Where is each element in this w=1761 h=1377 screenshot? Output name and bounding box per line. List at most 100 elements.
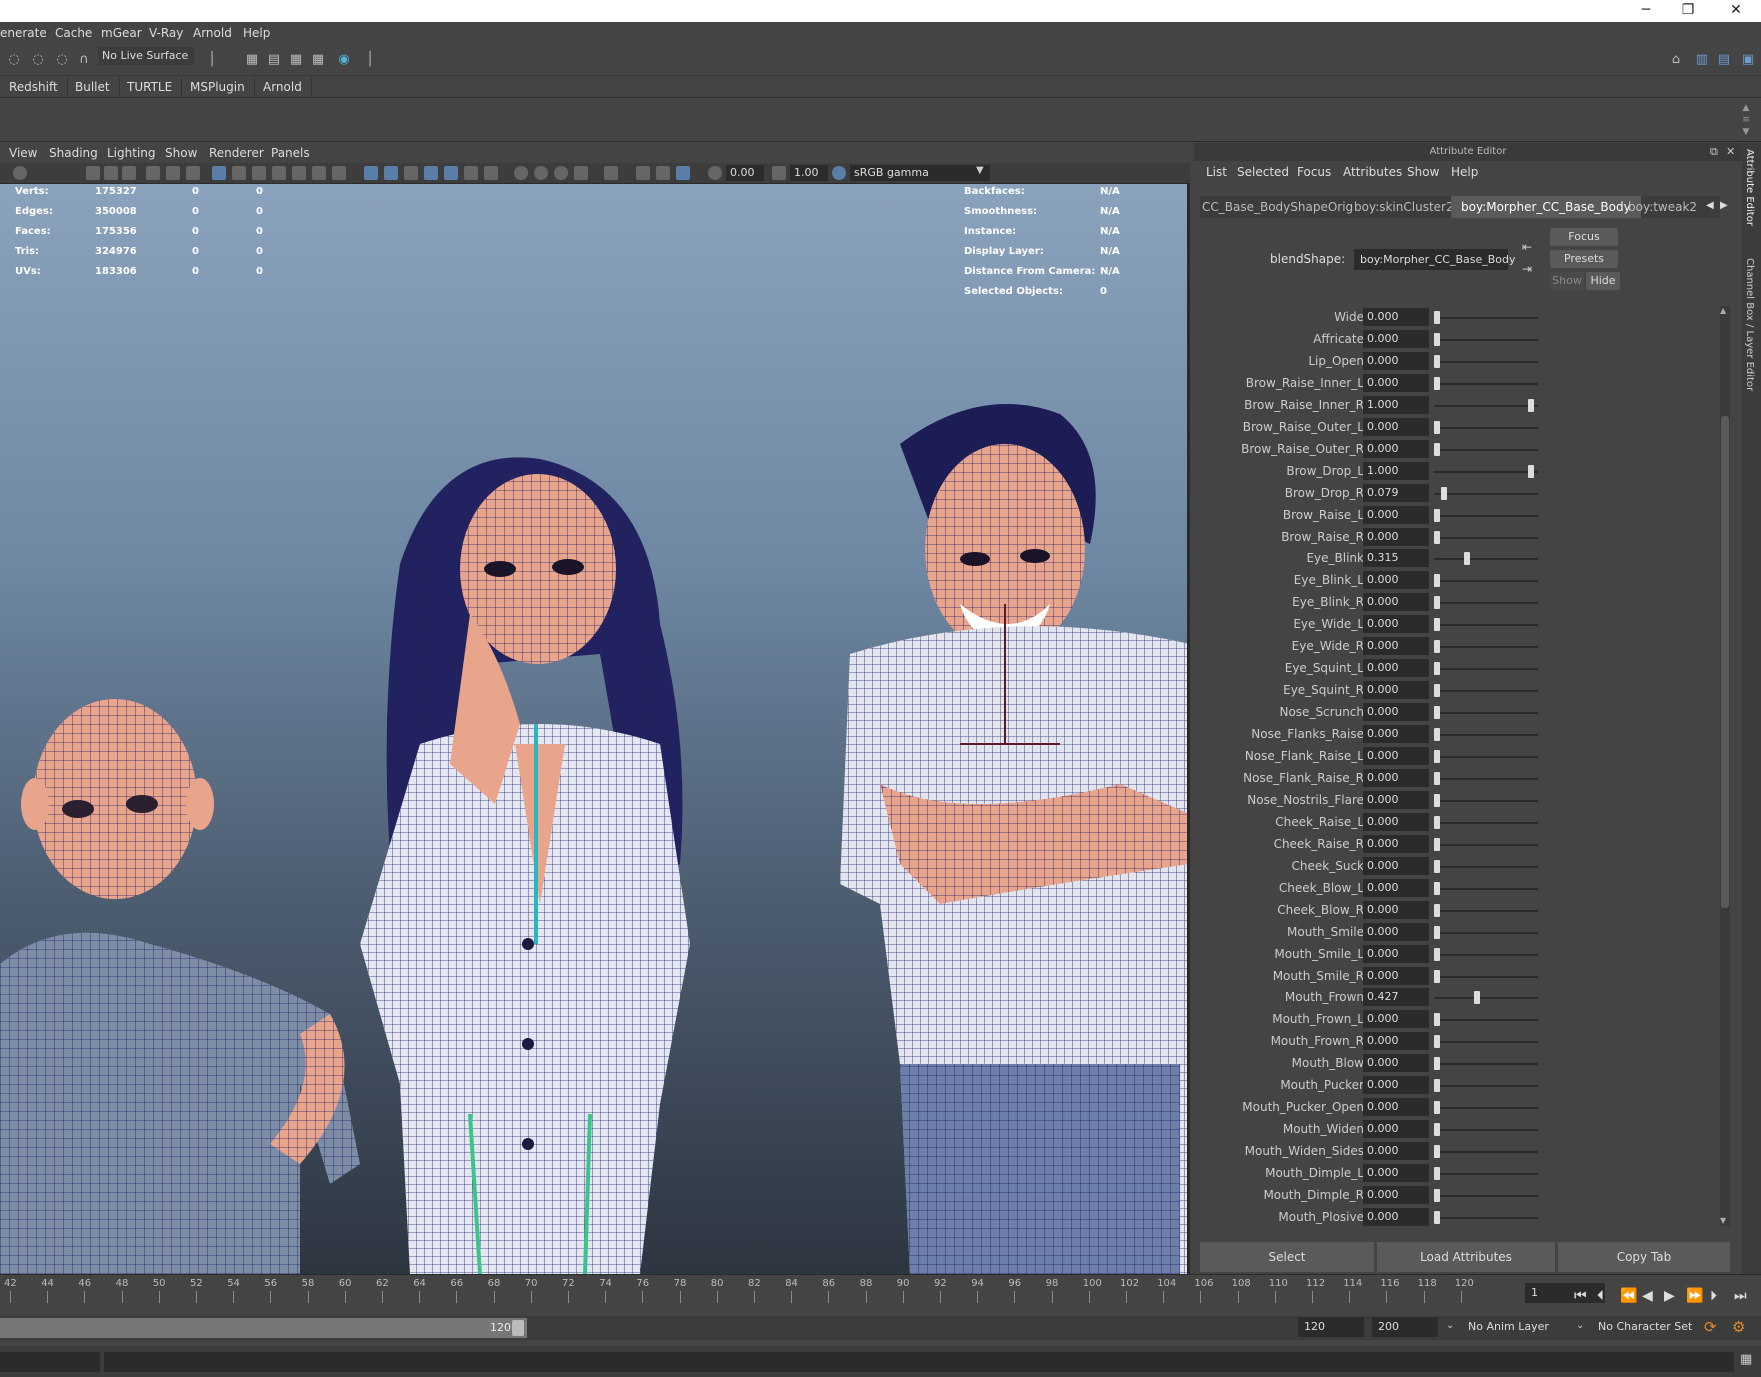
menu-generate[interactable]: enerate (0, 26, 47, 40)
blendshape-name-field[interactable]: boy:Morpher_CC_Base_Body (1354, 249, 1516, 270)
attribute-value-field[interactable]: 0.000 (1363, 900, 1429, 919)
select-button[interactable]: Select (1200, 1242, 1374, 1272)
attribute-value-field[interactable]: 0.000 (1363, 615, 1429, 634)
attribute-value-field[interactable]: 0.000 (1363, 417, 1429, 436)
tab-scroll-left-icon[interactable]: ◀ (1706, 200, 1714, 211)
attribute-value-field[interactable]: 0.000 (1363, 856, 1429, 875)
attribute-value-field[interactable]: 0.315 (1363, 549, 1429, 568)
hide-button[interactable]: Hide (1586, 272, 1620, 290)
attribute-value-field[interactable]: 0.000 (1363, 659, 1429, 678)
tab-bodyshapeorig[interactable]: CC_Base_BodyShapeOrig (1200, 196, 1363, 218)
attribute-slider-handle[interactable] (1434, 1079, 1440, 1093)
attribute-slider-track[interactable] (1434, 777, 1538, 780)
attribute-slider-track[interactable] (1434, 404, 1538, 407)
attribute-slider-handle[interactable] (1434, 530, 1440, 544)
live-surface-field[interactable]: No Live Surface (98, 47, 194, 65)
attribute-slider-track[interactable] (1434, 756, 1538, 758)
wireframe-icon[interactable] (364, 166, 378, 180)
copy-tab-button[interactable]: Copy Tab (1558, 1242, 1730, 1272)
attribute-slider-handle[interactable] (1434, 903, 1440, 917)
vp-menu-shading[interactable]: Shading (49, 146, 98, 160)
ae-menu-focus[interactable]: Focus (1297, 165, 1331, 179)
attribute-slider-handle[interactable] (1434, 684, 1440, 698)
gate-mask-icon[interactable] (272, 166, 286, 180)
menu-mgear[interactable]: mGear (101, 26, 142, 40)
exposure-icon[interactable] (708, 166, 722, 180)
lights-icon[interactable] (464, 166, 478, 180)
attribute-slider-handle[interactable] (1434, 1101, 1440, 1115)
exposure-field[interactable]: 0.00 (726, 165, 764, 181)
xray-icon[interactable] (636, 166, 650, 180)
attribute-slider-track[interactable] (1434, 1195, 1538, 1197)
tab-skincluster[interactable]: boy:skinCluster2 (1344, 196, 1464, 218)
vp-menu-renderer[interactable]: Renderer (209, 146, 264, 160)
attribute-slider-track[interactable] (1434, 799, 1538, 802)
go-to-output-icon[interactable]: ⇥ (1522, 262, 1532, 276)
range-end-handle[interactable] (512, 1320, 524, 1336)
time-slider[interactable]: 42 44 46 48 50 52 54 56 58 60 62 64 66 68 70 72 74 76 78 80… (0, 1274, 1761, 1316)
attribute-value-field[interactable]: 0.000 (1363, 725, 1429, 744)
play-backward-icon[interactable]: ◀ (1642, 1288, 1653, 1304)
attribute-value-field[interactable]: 0.000 (1363, 703, 1429, 722)
attribute-value-field[interactable]: 0.000 (1363, 681, 1429, 700)
character-set-dropdown[interactable]: No Character Set (1592, 1317, 1702, 1337)
attribute-slider-track[interactable] (1434, 360, 1538, 363)
attribute-slider-handle[interactable] (1434, 1189, 1440, 1202)
attribute-slider-handle[interactable] (1434, 969, 1440, 983)
playback-end-field[interactable]: 120 (1298, 1317, 1364, 1337)
attribute-slider-track[interactable] (1434, 843, 1538, 846)
attribute-slider-handle[interactable] (1434, 508, 1440, 522)
attribute-slider-track[interactable] (1434, 1019, 1538, 1022)
attribute-value-field[interactable]: 0.000 (1363, 812, 1429, 831)
animation-end-field[interactable]: 200 (1372, 1317, 1438, 1337)
gamma-field[interactable]: 1.00 (790, 165, 828, 181)
vp-menu-lighting[interactable]: Lighting (107, 146, 156, 160)
attribute-value-field[interactable]: 0.000 (1363, 944, 1429, 963)
attribute-slider-track[interactable] (1434, 448, 1538, 451)
attribute-slider-handle[interactable] (1434, 925, 1440, 939)
attribute-slider-track[interactable] (1434, 734, 1538, 737)
attribute-value-field[interactable]: 0.000 (1363, 768, 1429, 787)
attribute-slider-track[interactable] (1434, 514, 1538, 517)
attribute-slider-track[interactable] (1434, 1107, 1538, 1110)
attribute-slider-handle[interactable] (1434, 837, 1440, 851)
attribute-slider-handle[interactable] (1434, 332, 1440, 346)
attribute-value-field[interactable]: 0.000 (1363, 966, 1429, 985)
attribute-slider-handle[interactable] (1434, 640, 1440, 654)
attribute-value-field[interactable]: 0.000 (1363, 747, 1429, 765)
lasso-soft-icon[interactable]: ◌ (30, 52, 46, 68)
range-slider-bar[interactable] (0, 1318, 527, 1338)
smooth-shade-icon[interactable] (384, 166, 398, 180)
attribute-slider-track[interactable] (1434, 690, 1538, 693)
attribute-value-field[interactable]: 0.000 (1363, 351, 1429, 370)
shelf-tab-arnold[interactable]: Arnold (254, 78, 312, 97)
shadows-icon[interactable] (484, 166, 498, 180)
layout-icon[interactable]: ▥ (1694, 52, 1710, 68)
image-plane-icon[interactable] (146, 166, 160, 180)
attribute-value-field[interactable]: 0.000 (1363, 790, 1429, 809)
attribute-slider-handle[interactable] (1528, 464, 1534, 478)
attribute-slider-track[interactable] (1434, 997, 1538, 1000)
attribute-value-field[interactable]: 0.000 (1363, 527, 1429, 546)
attribute-slider-track[interactable] (1434, 1063, 1538, 1066)
attribute-slider-track[interactable] (1434, 1129, 1538, 1132)
attribute-slider-track[interactable] (1434, 1216, 1538, 1219)
ae-menu-list[interactable]: List (1206, 165, 1227, 179)
film-gate-icon[interactable] (232, 166, 246, 180)
workspace-icon[interactable]: ⌂ (1668, 52, 1684, 68)
vp-menu-view[interactable]: View (9, 146, 37, 160)
attribute-slider-handle[interactable] (1434, 1057, 1440, 1071)
field-chart-icon[interactable] (292, 166, 306, 180)
attribute-slider-track[interactable] (1434, 1041, 1538, 1044)
xray-joints-icon[interactable] (676, 166, 690, 180)
3d-viewport[interactable]: Verts: 175327 0 0 Edges: 350008 0 0 Face… (0, 184, 1190, 1274)
menu-arnold[interactable]: Arnold (193, 26, 232, 40)
attribute-value-field[interactable]: 0.000 (1363, 1142, 1429, 1161)
attribute-slider-track[interactable] (1434, 865, 1538, 868)
ae-menu-selected[interactable]: Selected (1237, 165, 1289, 179)
paint-select-icon[interactable]: ◌ (54, 52, 70, 68)
attribute-slider-track[interactable] (1434, 382, 1538, 385)
attribute-slider-handle[interactable] (1434, 420, 1440, 434)
attribute-value-field[interactable]: 0.000 (1363, 1186, 1429, 1204)
attribute-slider-handle[interactable] (1474, 991, 1481, 1005)
